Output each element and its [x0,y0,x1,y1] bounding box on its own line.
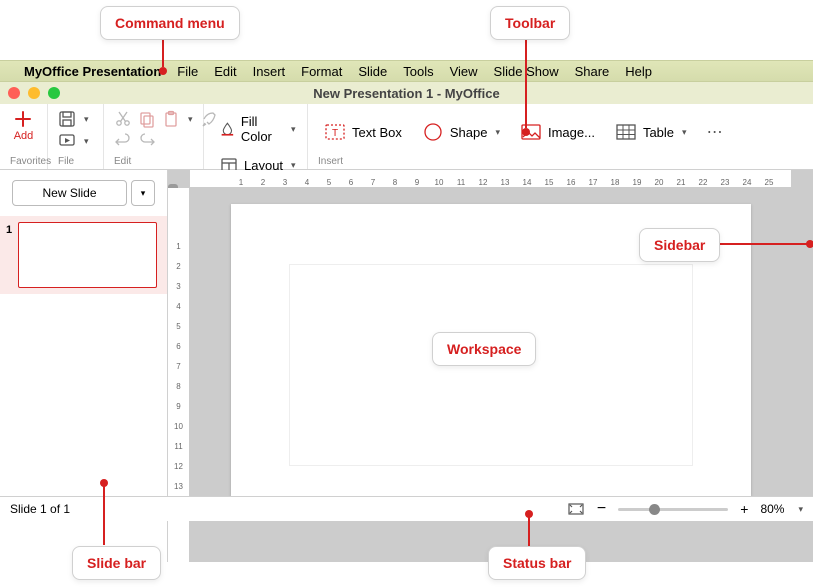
menu-slide[interactable]: Slide [358,64,387,79]
callout-status-bar: Status bar [488,546,586,580]
slide-thumbnail-selected[interactable]: 1 [0,216,167,294]
zoom-dropdown[interactable]: ▾ [798,504,803,515]
svg-text:T: T [332,128,338,139]
play-dropdown[interactable]: ▾ [58,132,89,150]
fill-color-button[interactable]: Fill Color ▾ [214,110,302,148]
favorites-group-label: Favorites [10,156,37,167]
callout-toolbar: Toolbar [490,6,570,40]
menu-tools[interactable]: Tools [403,64,433,79]
new-slide-dropdown[interactable]: ▾ [131,180,155,206]
insert-group-label: Insert [318,156,803,167]
cut-icon[interactable] [114,110,132,128]
window-close-button[interactable] [8,87,20,99]
slide-thumbnail [18,222,157,288]
window-minimize-button[interactable] [28,87,40,99]
file-group-label: File [58,156,93,167]
text-box-button[interactable]: T Text Box [318,117,408,147]
horizontal-ruler[interactable]: 1234567891011121314151617181920212223242… [190,170,791,188]
table-button[interactable]: Table ▾ [609,117,693,147]
menu-format[interactable]: Format [301,64,342,79]
table-icon [615,121,637,143]
callout-sidebar: Sidebar [639,228,720,262]
fill-color-icon [220,120,235,138]
redo-icon[interactable] [138,132,156,150]
edit-group-label: Edit [114,156,193,167]
slide-counter: Slide 1 of 1 [10,502,70,516]
image-label: Image... [548,125,595,140]
menu-help[interactable]: Help [625,64,652,79]
menu-share[interactable]: Share [575,64,610,79]
callout-command-menu: Command menu [100,6,240,40]
text-box-icon: T [324,121,346,143]
window-title: New Presentation 1 - MyOffice [313,86,499,101]
add-label: Add [14,130,34,142]
slide-number: 1 [6,222,18,288]
fill-color-label: Fill Color [241,114,283,144]
save-dropdown[interactable]: ▾ [58,110,89,128]
text-box-label: Text Box [352,125,402,140]
shape-label: Shape [450,125,488,140]
menu-file[interactable]: File [177,64,198,79]
shape-icon [422,121,444,143]
menu-view[interactable]: View [450,64,478,79]
more-icon[interactable]: ⋯ [701,122,729,142]
callout-workspace: Workspace [432,332,536,366]
add-button[interactable]: Add [14,110,34,142]
app-name[interactable]: MyOffice Presentation [24,64,161,79]
window-maximize-button[interactable] [48,87,60,99]
shape-button[interactable]: Shape ▾ [416,117,506,147]
zoom-percentage[interactable]: 80% [760,502,784,516]
status-bar: Slide 1 of 1 − + 80% ▾ [0,496,813,521]
zoom-slider[interactable] [618,508,728,511]
paste-icon[interactable] [162,110,180,128]
titlebar: New Presentation 1 - MyOffice [0,82,813,104]
play-presentation-icon [58,132,76,150]
menu-edit[interactable]: Edit [214,64,236,79]
zoom-out-button[interactable]: − [597,500,606,518]
save-floppy-icon [58,110,76,128]
new-slide-button[interactable]: New Slide [12,180,127,206]
table-label: Table [643,125,674,140]
menubar: MyOffice Presentation File Edit Insert F… [0,60,813,82]
toolbar: Add Favorites ▾ ▾ File [0,104,813,170]
copy-icon[interactable] [138,110,156,128]
zoom-in-button[interactable]: + [740,501,748,517]
undo-icon[interactable] [114,132,132,150]
paste-dropdown[interactable]: ▾ [188,114,193,125]
menu-insert[interactable]: Insert [253,64,286,79]
fit-screen-icon[interactable] [567,500,585,518]
callout-slide-bar: Slide bar [72,546,161,580]
